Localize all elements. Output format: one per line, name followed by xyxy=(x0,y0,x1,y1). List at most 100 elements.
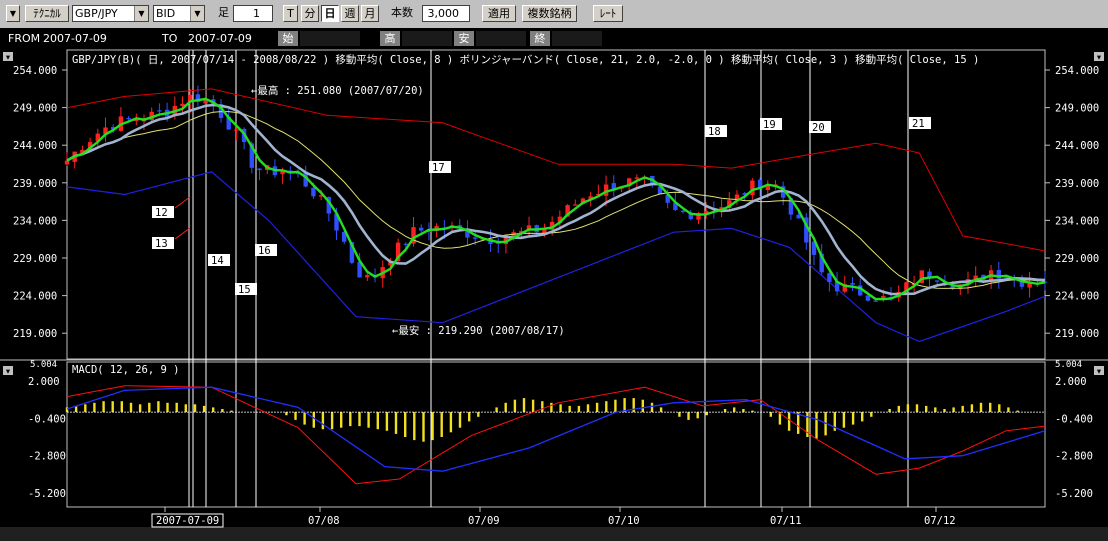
chevron-down-icon[interactable]: ▼ xyxy=(134,6,148,21)
close-label: 終 xyxy=(530,31,550,46)
candle-body xyxy=(311,187,316,197)
period-week-button[interactable]: 週 xyxy=(341,5,359,22)
period-t-button[interactable]: T xyxy=(283,5,298,22)
event-marker-label: 19 xyxy=(763,119,776,131)
price-axis-left-tick: 224.000 xyxy=(13,291,57,303)
technical-button[interactable]: ﾃｸﾆｶﾙ xyxy=(25,5,69,22)
macd-axis-left-tick: -2.800 xyxy=(28,451,66,463)
candle-body xyxy=(157,110,162,112)
candle-body xyxy=(257,168,262,171)
price-panel-header: GBP/JPY(B)( 日, 2007/07/14 - 2008/08/22 )… xyxy=(72,53,979,66)
macd-signal-line xyxy=(66,385,1046,485)
moving-averages xyxy=(66,97,1046,301)
macd-panel-header: MACD( 12, 26, 9 ) xyxy=(72,364,179,376)
ma3-line xyxy=(66,97,1046,301)
event-marker-label: 14 xyxy=(211,255,224,267)
event-marker-label: 17 xyxy=(432,162,445,174)
candle-body xyxy=(573,204,578,206)
low-value xyxy=(476,31,526,46)
macd-axis-right-tick: 2.000 xyxy=(1055,376,1087,388)
macd-axis-left-tick: -5.200 xyxy=(28,488,66,500)
event-marker-label: 15 xyxy=(238,284,251,296)
rate-button[interactable]: ﾚｰﾄ xyxy=(593,5,623,22)
price-type-value: BID xyxy=(156,7,176,20)
candle-body xyxy=(750,180,755,196)
low-label: 安 xyxy=(454,31,474,46)
candle-body xyxy=(873,300,878,302)
foot-input[interactable]: 1 xyxy=(233,5,273,22)
macd-axis-cut-tick: 5.004 xyxy=(30,360,57,370)
price-axis-left-tick: 219.000 xyxy=(13,328,57,340)
to-date: 2007-07-09 xyxy=(188,32,252,45)
event-marker-lines xyxy=(188,50,909,507)
period-minute-button[interactable]: 分 xyxy=(301,5,319,22)
price-chart[interactable]: ▼ ▼ ▼ ▼ 254.000 254.000249.000 249.000244.… xyxy=(0,48,1108,541)
event-marker-label: 13 xyxy=(155,238,168,250)
macd-axis-left-tick: 2.000 xyxy=(28,376,60,388)
price-axis-right-tick: 249.000 xyxy=(1055,103,1099,115)
count-value: 3,000 xyxy=(427,7,460,20)
candle-body xyxy=(850,283,855,285)
macd-panel-frame xyxy=(66,361,1046,508)
high-annotation: ←最高 : 251.080 (2007/07/20) xyxy=(251,84,424,97)
x-axis-label: 07/09 xyxy=(468,515,500,527)
count-input[interactable]: 3,000 xyxy=(422,5,470,22)
candle-body xyxy=(634,177,640,179)
high-value xyxy=(402,31,452,46)
chevron-down-icon[interactable]: ▼ xyxy=(190,6,204,21)
open-value xyxy=(300,31,360,46)
candle-body xyxy=(234,129,239,131)
price-axis-right-tick: 244.000 xyxy=(1055,140,1099,152)
macd-line xyxy=(66,386,1046,472)
macd-axis-right-tick: -2.800 xyxy=(1055,451,1093,463)
bottom-scrollbar[interactable] xyxy=(0,527,1108,541)
event-marker-label: 16 xyxy=(258,245,271,257)
price-axis-right-tick: 234.000 xyxy=(1055,215,1099,227)
candle-body xyxy=(865,295,871,301)
period-month-button[interactable]: 月 xyxy=(361,5,379,22)
price-axis-right-tick: 219.000 xyxy=(1055,328,1099,340)
price-axis-right-tick: 229.000 xyxy=(1055,253,1099,265)
candle-body xyxy=(365,275,370,278)
multi-symbol-button[interactable]: 複数銘柄 xyxy=(522,5,577,22)
price-axis-left-tick: 229.000 xyxy=(13,253,57,265)
event-marker-label: 18 xyxy=(708,126,721,138)
from-label: FROM xyxy=(8,32,41,45)
x-axis-label: 07/10 xyxy=(608,515,640,527)
candle-body xyxy=(472,237,478,239)
candlesticks xyxy=(64,85,1048,302)
price-axis-right-tick: 224.000 xyxy=(1055,291,1099,303)
event-marker-label: 12 xyxy=(155,207,168,219)
macd-axis-left-tick: -0.400 xyxy=(28,413,66,425)
x-axis-label: 07/12 xyxy=(924,515,956,527)
from-date: 2007-07-09 xyxy=(43,32,107,45)
high-label: 高 xyxy=(380,31,400,46)
event-marker-pointer xyxy=(174,227,191,240)
price-axis-left-tick: 234.000 xyxy=(13,215,57,227)
menu-dropdown-button[interactable]: ▼ xyxy=(6,5,20,22)
low-annotation: ←最安 : 219.290 (2007/08/17) xyxy=(392,324,565,337)
foot-value: 1 xyxy=(253,7,260,20)
candle-body xyxy=(827,273,832,282)
pair-select[interactable]: GBP/JPY ▼ xyxy=(72,5,149,22)
macd-axis-right-tick: -5.200 xyxy=(1055,488,1093,500)
macd-series xyxy=(65,385,1046,485)
price-axis-left-tick: 244.000 xyxy=(13,140,57,152)
x-axis-label: 07/11 xyxy=(770,515,802,527)
toolbar: ▼ ﾃｸﾆｶﾙ GBP/JPY ▼ BID ▼ 足 1 T 分 日 週 月 本数… xyxy=(0,0,1108,29)
candle-body xyxy=(403,243,408,245)
period-day-button[interactable]: 日 xyxy=(321,5,339,22)
event-marker-label: 20 xyxy=(812,122,825,134)
foot-label: 足 xyxy=(218,6,229,19)
open-label: 始 xyxy=(278,31,298,46)
bollinger-bands xyxy=(66,88,1046,343)
range-info-bar: FROM 2007-07-09 TO 2007-07-09 始 高 安 終 xyxy=(0,28,1108,48)
close-value xyxy=(552,31,602,46)
candle-body xyxy=(126,118,131,120)
to-label: TO xyxy=(162,32,178,45)
x-axis-label: 2007-07-09 xyxy=(156,515,219,527)
price-type-select[interactable]: BID ▼ xyxy=(153,5,205,22)
price-axis-left-tick: 249.000 xyxy=(13,103,57,115)
price-axis-right-tick: 254.000 xyxy=(1055,65,1099,77)
apply-button[interactable]: 適用 xyxy=(482,5,516,22)
